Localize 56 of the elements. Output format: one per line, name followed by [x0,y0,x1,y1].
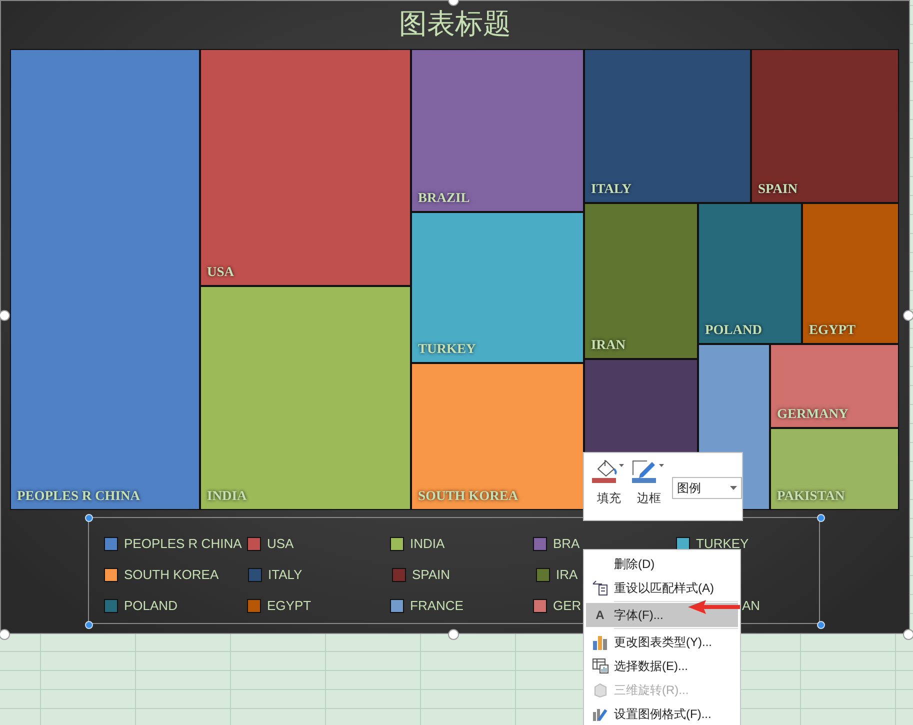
fill-button[interactable]: 填充 [592,458,626,507]
tile-label: POLAND [704,322,762,339]
legend-label: POLAND [124,598,178,613]
tile-label: SOUTH KOREA [417,488,518,505]
legend-label: PEOPLES R CHINA [124,536,242,551]
selection-handle[interactable] [0,310,10,321]
border-button[interactable]: 边框 [632,458,666,507]
dropdown-caret-icon [730,486,737,490]
tile-label: GERMANY [776,406,848,423]
menu-item[interactable]: 设置图例格式(F)... [586,702,738,725]
table-icon [592,658,608,674]
menu-item[interactable]: 重设以匹配样式(A) [586,576,738,600]
treemap-tile[interactable]: SPAIN [751,49,899,203]
paint-bucket-icon [592,458,626,484]
tile-label: USA [206,264,234,281]
font-icon: A [596,608,604,622]
legend-label: AN [742,598,760,613]
menu-item[interactable]: 删除(D) [586,552,738,576]
tile-label: SPAIN [757,181,798,198]
legend-label: SOUTH KOREA [124,567,219,582]
legend-label: IRA [556,567,578,582]
chart-title[interactable]: 图表标题 [399,1,511,49]
tile-label: PAKISTAN [776,488,845,505]
legend-label: USA [267,536,294,551]
legend-label: SPAIN [412,567,450,582]
selection-handle[interactable] [448,629,459,640]
tile-label: IRAN [590,337,626,354]
selection-handle[interactable] [903,310,913,321]
legend-label: ITALY [268,567,302,582]
legend-label: TURKEY [696,536,749,551]
menu-item[interactable]: A 字体(F)... [586,603,738,627]
legend-label: FRANCE [410,598,464,613]
tile-label: ITALY [590,181,632,198]
legend-label: BRA [553,536,580,551]
tile-label: PEOPLES R CHINA [16,488,140,505]
selection-handle[interactable] [903,629,913,640]
legend-label: INDIA [410,536,445,551]
cube-icon [592,682,608,698]
legend-label: EGYPT [267,598,312,613]
element-selector[interactable]: 图例 [672,477,742,499]
tile-label: BRAZIL [417,190,470,207]
treemap-tile[interactable]: BRAZIL [411,49,584,212]
legend-label: GER [553,598,582,613]
treemap-tile[interactable]: POLAND [698,203,802,344]
treemap-tile[interactable]: IRAN [584,203,698,359]
pointer-arrow-drawing [688,599,740,615]
bar-chart-icon [592,634,608,650]
tile-label: EGYPT [808,322,856,339]
selection-handle[interactable] [0,629,10,640]
menu-item[interactable]: 选择数据(E)... [586,654,738,678]
treemap-tile[interactable]: ITALY [584,49,751,203]
tile-label: TURKEY [417,341,476,358]
pencil-icon [632,458,666,484]
format-brush-icon [592,706,608,722]
reset-style-icon [591,580,609,596]
tile-label: INDIA [206,488,247,505]
